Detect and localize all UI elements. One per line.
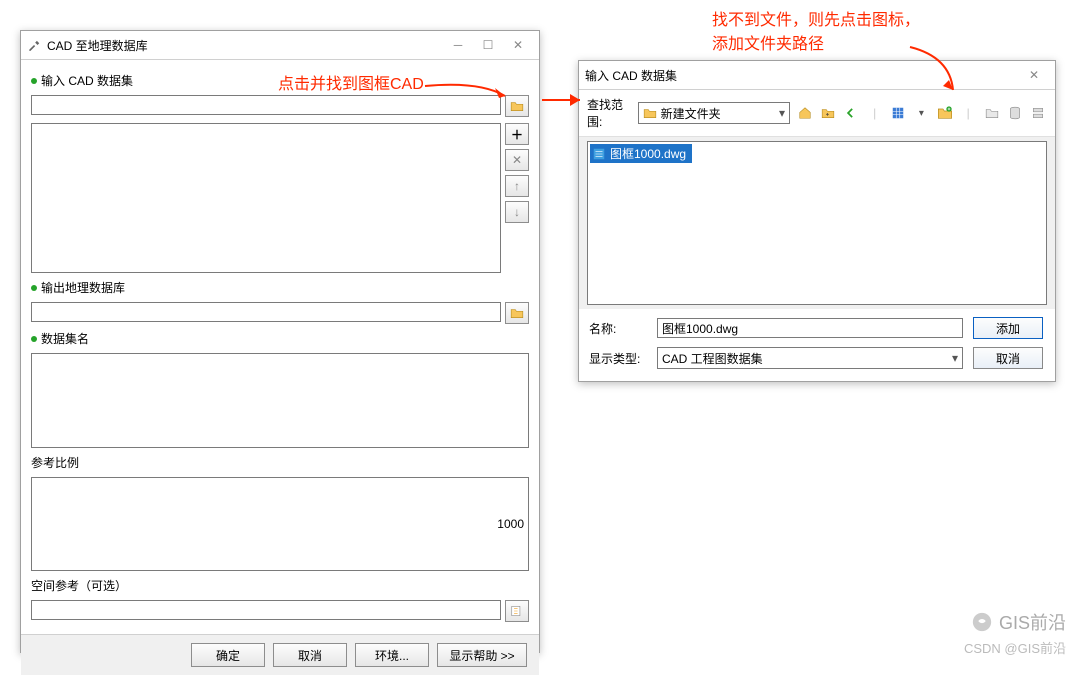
minimize-button[interactable]: ─	[443, 34, 473, 56]
scope-combo[interactable]: 新建文件夹 ▾	[638, 102, 790, 124]
browse-output-icon[interactable]	[505, 302, 529, 324]
up-folder-icon[interactable]	[819, 103, 836, 123]
ok-button[interactable]: 确定	[191, 643, 265, 667]
scope-label: 查找范围:	[587, 96, 632, 130]
name-label: 名称:	[589, 320, 647, 337]
dataset-label: 数据集名	[31, 330, 529, 347]
back-icon[interactable]	[843, 103, 860, 123]
cancel-button[interactable]: 取消	[273, 643, 347, 667]
close-button[interactable]: ✕	[503, 34, 533, 56]
scope-value: 新建文件夹	[661, 105, 721, 122]
move-up-icon[interactable]: ↑	[505, 175, 529, 197]
watermark-credit: CSDN @GIS前沿	[964, 638, 1066, 657]
dialog-title: CAD 至地理数据库	[47, 37, 443, 54]
browse-titlebar: 输入 CAD 数据集 ✕	[579, 61, 1055, 90]
annotation-2: 找不到文件，则先点击图标，添加文件夹路径	[712, 6, 920, 54]
detail-chevron-icon[interactable]: ▾	[913, 103, 930, 123]
browse-dialog: 输入 CAD 数据集 ✕ 查找范围: 新建文件夹 ▾ | ▾ | 图框1000.…	[578, 60, 1056, 382]
db-icon[interactable]	[1006, 103, 1023, 123]
spatial-label: 空间参考（可选）	[31, 577, 529, 594]
type-combo[interactable]: CAD 工程图数据集▾	[657, 347, 963, 369]
browse-cancel-button[interactable]: 取消	[973, 347, 1043, 369]
connect-folder-icon[interactable]	[936, 103, 953, 123]
browse-folder-icon[interactable]	[505, 95, 529, 117]
home-icon[interactable]	[796, 103, 813, 123]
browse-title: 输入 CAD 数据集	[585, 67, 1019, 84]
add-button[interactable]: 添加	[973, 317, 1043, 339]
browse-close-button[interactable]: ✕	[1019, 64, 1049, 86]
file-list[interactable]: 图框1000.dwg	[587, 141, 1047, 305]
show-help-button[interactable]: 显示帮助 >>	[437, 643, 527, 667]
server-icon[interactable]	[1030, 103, 1047, 123]
browse-footer: 名称: 添加 显示类型: CAD 工程图数据集▾ 取消	[579, 309, 1055, 381]
add-icon[interactable]: ＋	[505, 123, 529, 145]
new-folder-icon[interactable]	[983, 103, 1000, 123]
sep2: |	[959, 103, 976, 123]
input-cad-field[interactable]	[31, 95, 501, 115]
dialog-footer: 确定 取消 环境... 显示帮助 >>	[21, 634, 539, 675]
maximize-button[interactable]: ☐	[473, 34, 503, 56]
browse-toolbar: 查找范围: 新建文件夹 ▾ | ▾ |	[579, 90, 1055, 137]
titlebar: CAD 至地理数据库 ─ ☐ ✕	[21, 31, 539, 60]
sep1: |	[866, 103, 883, 123]
list-view-icon[interactable]	[889, 103, 906, 123]
type-label: 显示类型:	[589, 350, 647, 367]
remove-icon[interactable]: ✕	[505, 149, 529, 171]
input-cad-label: 输入 CAD 数据集	[31, 72, 529, 89]
watermark: GIS前沿	[971, 609, 1066, 635]
input-list[interactable]	[31, 123, 501, 273]
spatial-props-icon[interactable]	[505, 600, 529, 622]
output-gdb-field[interactable]	[31, 302, 501, 322]
name-field[interactable]	[657, 318, 963, 338]
output-gdb-label: 输出地理数据库	[31, 279, 529, 296]
ratio-label: 参考比例	[31, 454, 529, 471]
spatial-field[interactable]	[31, 600, 501, 620]
env-button[interactable]: 环境...	[355, 643, 429, 667]
selected-file[interactable]: 图框1000.dwg	[590, 144, 692, 163]
dataset-field[interactable]	[31, 353, 529, 448]
main-dialog: CAD 至地理数据库 ─ ☐ ✕ 输入 CAD 数据集 ＋ ✕ ↑ ↓ 输出地理…	[20, 30, 540, 653]
move-down-icon[interactable]: ↓	[505, 201, 529, 223]
ratio-field[interactable]	[31, 477, 529, 572]
hammer-icon	[27, 38, 41, 52]
